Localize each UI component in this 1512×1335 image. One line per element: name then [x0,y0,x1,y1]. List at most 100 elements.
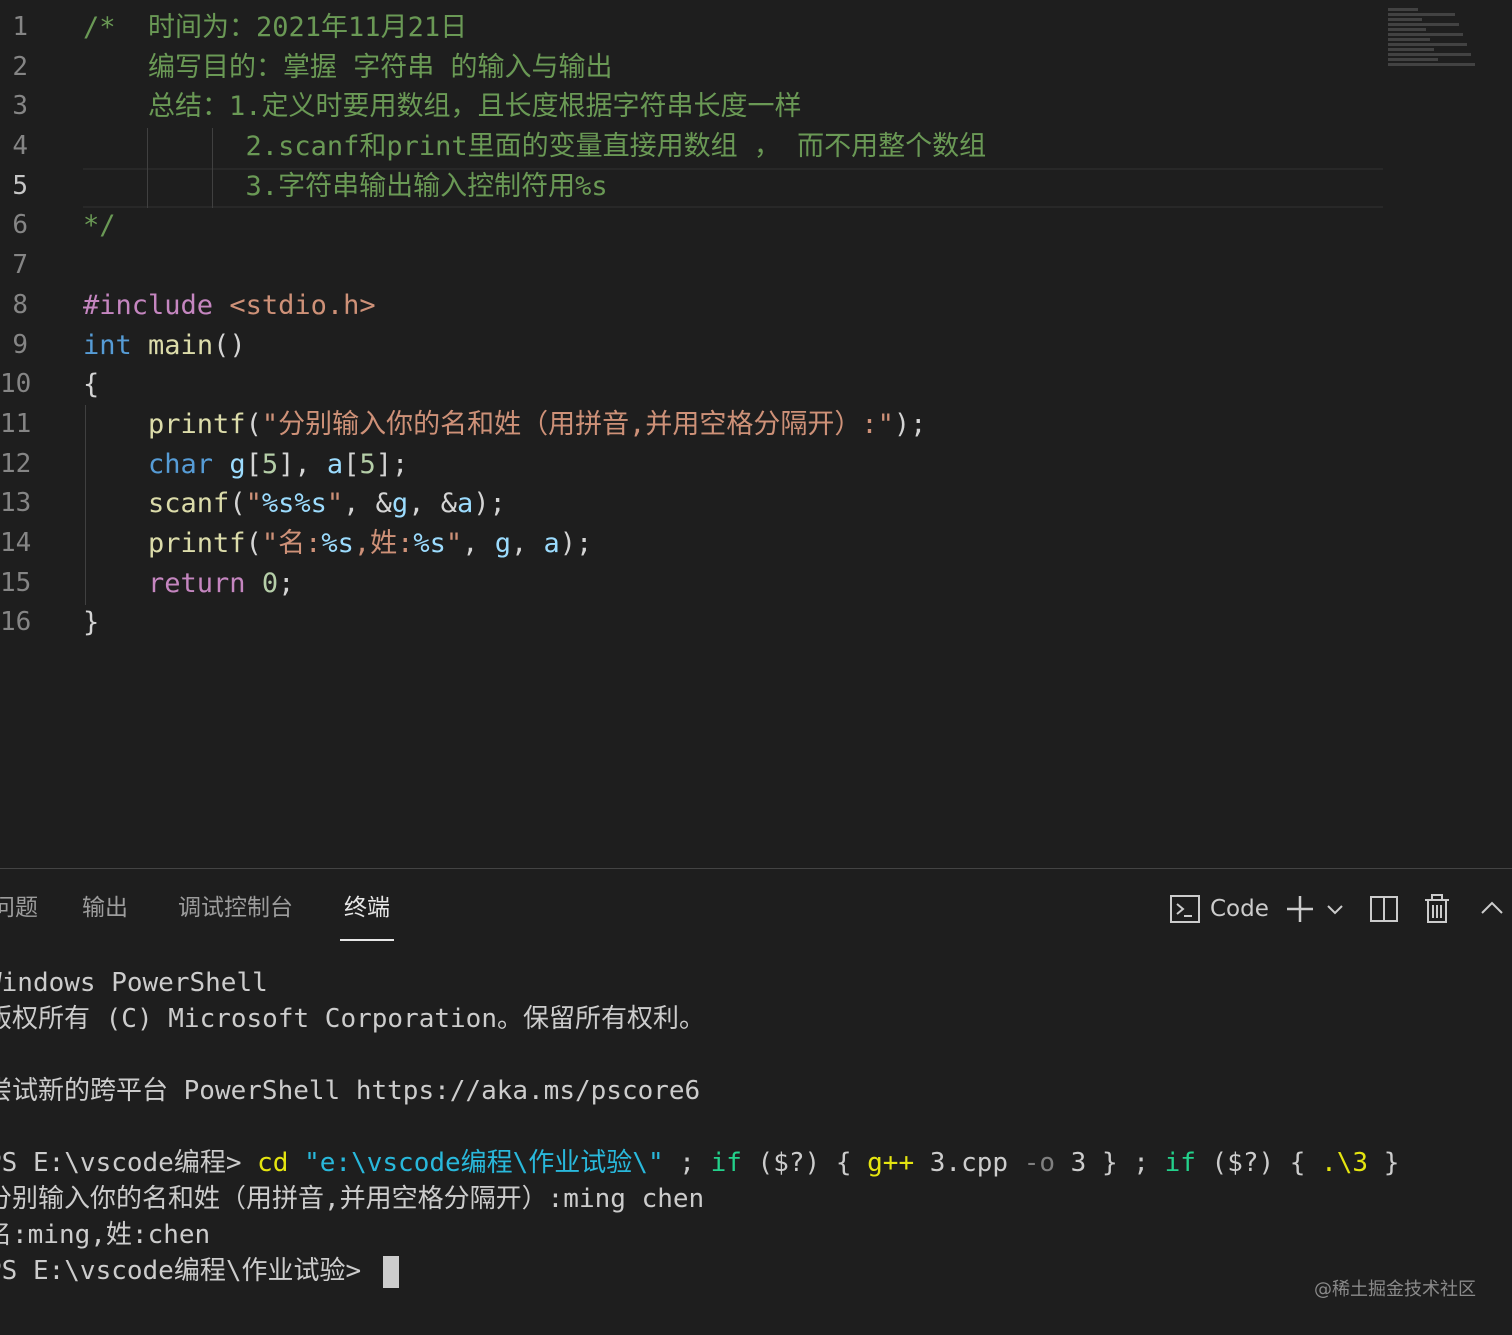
minimap-line [1388,43,1467,46]
code-token: g [229,448,246,480]
minimap-line [1388,58,1438,61]
code-line: scanf("%s%s", &g, &a); [83,484,1382,524]
code-token: , [510,527,544,559]
cmd-token: ($?) { [1195,1148,1322,1178]
terminal-line: 名:ming,姓:chen [0,1220,211,1250]
code-token: %s [321,527,354,559]
terminal-selector-label: Code [1210,896,1269,922]
code-token: ( [229,488,246,520]
terminal-prompt: PS E:\vscode编程> [0,1148,258,1178]
line-number: 6 [12,210,28,241]
code-token: ( [245,527,262,559]
code-token: 3.字符串输出输入控制符用%s [83,170,608,202]
code-line: 编写目的：掌握 字符串 的输入与输出 [83,48,1382,88]
cmd-token: 3.cpp [914,1148,1024,1178]
code-token: 编写目的：掌握 字符串 的输入与输出 [83,51,613,83]
code-token: scanf [148,488,230,520]
code-token: /* [83,12,149,43]
code-line: 总结：1.定义时要用数组，且长度根据字符串长度一样 [83,87,1382,127]
terminal-cursor [382,1255,399,1288]
code-token: , & [408,488,457,520]
line-number: 3 [12,91,28,122]
code-token: ); [473,488,506,520]
code-token: " [326,488,344,520]
code-line: */ [83,206,1382,246]
code-token: ); [893,408,927,440]
cmd-token: cd [257,1148,289,1178]
code-content[interactable]: /* 时间为：2021年11月21日 编写目的：掌握 字符串 的输入与输出 总结… [83,8,1382,643]
code-token: [ [343,448,360,480]
chevron-up-icon [1481,901,1503,914]
line-number: 11 [0,408,32,439]
maximize-panel-button[interactable] [1478,887,1506,931]
code-line: return 0; [83,564,1382,604]
line-number: 8 [12,289,28,320]
code-token: <stdio.h> [229,289,376,321]
code-token: " [245,488,262,520]
terminal-line: 尝试新的跨平台 PowerShell https://aka.ms/pscore… [0,1076,701,1106]
code-token: a [456,488,474,520]
code-token: 5 [261,448,279,480]
code-line: 3.字符串输出输入控制符用%s [83,167,1382,207]
code-line: /* 时间为：2021年11月21日 [83,8,1382,48]
cmd-token: g++ [867,1148,915,1178]
code-token: char [148,448,214,480]
code-line: } [83,603,1382,643]
code-token: 0 [261,567,279,599]
minimap[interactable] [1388,6,1500,76]
terminal-line: Windows PowerShell [0,968,268,998]
code-token: ( [245,408,262,440]
code-token: "分别输入你的名和姓（用拼音,并用空格分隔开）:" [261,408,894,440]
new-terminal-button[interactable] [1284,887,1316,931]
code-line: { [83,365,1382,405]
cmd-token: if [1164,1148,1196,1178]
code-token: #include [83,289,230,321]
minimap-line [1388,48,1434,51]
minimap-line [1388,8,1418,11]
terminal-selector[interactable]: Code [1168,887,1269,931]
terminal-prompt: PS E:\vscode编程\作业试验> [0,1256,377,1286]
line-number: 13 [0,488,32,519]
line-number: 10 [0,369,32,400]
code-token: 2.scanf和print里面的变量直接用数组 ， 而不用整个数组 [83,131,987,163]
code-token: g [494,527,511,559]
split-terminal-button[interactable] [1368,887,1400,931]
terminal-command-line: PS E:\vscode编程> cd "e:\vscode编程\作业试验\" ;… [0,1145,1512,1181]
line-number: 15 [0,567,32,598]
code-token: ); [559,527,593,559]
code-token: a [543,527,560,559]
minimap-line [1388,63,1475,66]
line-number: 1 [12,12,28,42]
code-token: { [83,369,100,401]
code-token: printf [148,527,246,559]
code-token: return [148,567,246,599]
code-editor[interactable]: 1 2 3 4 5 6 7 8 9 10 11 12 13 14 15 16 /* 时间为：2021年11月2… [0,0,1512,868]
code-token: " [445,527,463,559]
code-token: ]; [375,448,409,480]
code-token: , [462,527,495,559]
terminal-output[interactable]: Windows PowerShell 版权所有 (C) Microsoft Co… [0,965,1512,1289]
kill-terminal-button[interactable] [1422,887,1452,931]
code-token: 时间为：2021年11月21日 [148,12,468,43]
code-token: printf [148,408,246,440]
terminal-icon [1170,895,1200,923]
code-token: () [213,329,246,361]
terminal-dropdown-button[interactable] [1324,887,1346,931]
minimap-line [1388,38,1430,41]
code-token: 总结：1.定义时要用数组，且长度根据字符串长度一样 [83,91,802,123]
cmd-token: "e:\vscode编程\作业试验\" [288,1148,664,1178]
code-token: int [83,329,132,361]
minimap-line [1388,28,1426,31]
bottom-panel: 问题 输出 调试控制台 终端 Code Windows PowerShell 版… [0,868,1512,1335]
cmd-token: if [710,1148,742,1178]
code-token: [ [245,448,262,480]
cmd-token: ($?) { [741,1148,868,1178]
